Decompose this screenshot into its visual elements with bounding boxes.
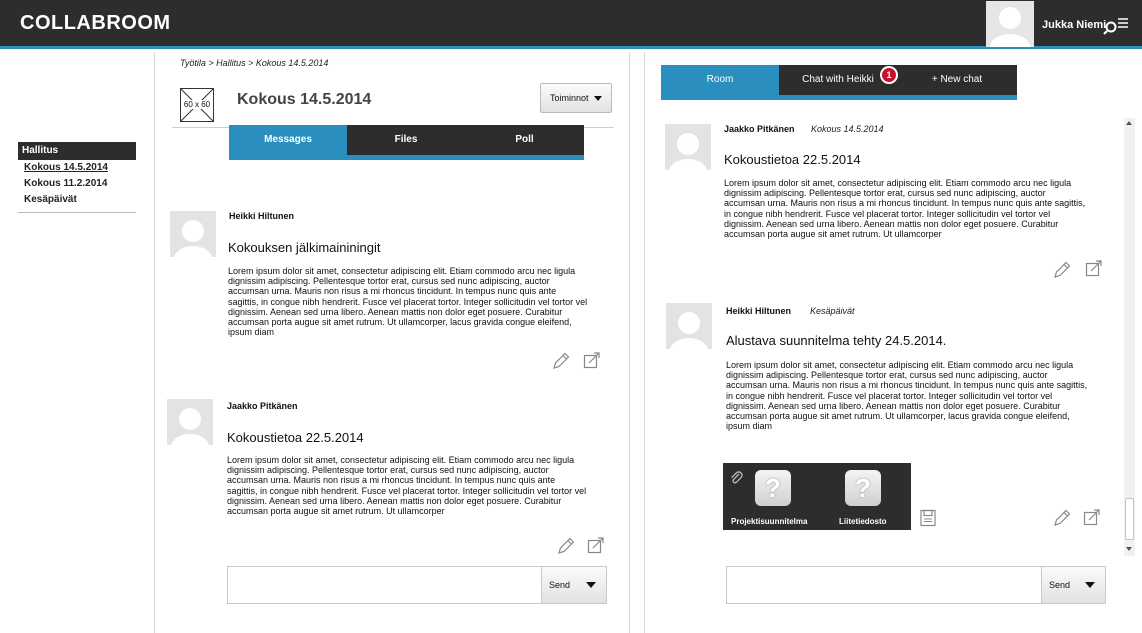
- share-icon[interactable]: [582, 350, 602, 370]
- scroll-down-arrow-icon[interactable]: [1126, 547, 1132, 551]
- post-title: Alustava suunnitelma tehty 24.5.2014.: [726, 333, 947, 348]
- send-button[interactable]: Send: [541, 566, 607, 604]
- meeting-thumbnail: 60 x 60: [180, 88, 214, 122]
- message-input[interactable]: [227, 566, 542, 604]
- chat-panel-left-border: [644, 52, 645, 633]
- caret-down-icon[interactable]: [586, 582, 596, 588]
- attachment-label[interactable]: Projektisuunnitelma: [731, 517, 807, 526]
- avatar: [167, 399, 213, 445]
- thumbnail-label: 60 x 60: [181, 100, 213, 109]
- caret-down-icon[interactable]: [1085, 582, 1095, 588]
- top-bar: COLLABROOM Jukka Niemi: [0, 0, 1142, 49]
- user-avatar[interactable]: [986, 1, 1034, 47]
- tab-messages[interactable]: Messages: [229, 125, 347, 155]
- chat-scrollbar[interactable]: [1124, 118, 1135, 556]
- actions-label: Toiminnot: [549, 93, 589, 103]
- chat-message-input[interactable]: [726, 566, 1042, 604]
- scroll-thumb[interactable]: [1125, 498, 1134, 540]
- scroll-up-arrow-icon[interactable]: [1126, 121, 1132, 125]
- avatar: [170, 211, 216, 257]
- main-panel-right-border: [629, 52, 630, 633]
- pencil-icon[interactable]: [1052, 260, 1072, 280]
- post-title: Kokoustietoa 22.5.2014: [227, 430, 364, 445]
- pencil-icon[interactable]: [556, 536, 576, 556]
- post-title: Kokoustietoa 22.5.2014: [724, 152, 861, 167]
- avatar: [666, 303, 712, 349]
- post-body: Lorem ipsum dolor sit amet, consectetur …: [724, 178, 1086, 240]
- paperclip-icon: [731, 471, 743, 484]
- chat-tabs: Room Chat with Heikki + New chat: [661, 65, 1017, 100]
- left-navigation: Hallitus Kokous 14.5.2014 Kokous 11.2.20…: [18, 142, 136, 213]
- actions-button[interactable]: Toiminnot: [540, 83, 612, 113]
- attachment-file-icon[interactable]: ?: [755, 470, 791, 506]
- caret-down-icon: [594, 96, 603, 102]
- tab-chat-with-heikki[interactable]: Chat with Heikki: [779, 65, 897, 95]
- pencil-icon[interactable]: [551, 351, 571, 371]
- post-title: Kokouksen jälkimaininingit: [228, 240, 381, 255]
- floppy-disk-icon[interactable]: [918, 508, 938, 528]
- post-body: Lorem ipsum dolor sit amet, consectetur …: [227, 455, 587, 517]
- nav-item-kokous-11-2[interactable]: Kokous 11.2.2014: [18, 176, 136, 192]
- send-label: Send: [1049, 580, 1071, 590]
- tab-poll[interactable]: Poll: [465, 125, 584, 155]
- pencil-icon[interactable]: [1052, 508, 1072, 528]
- app-logo[interactable]: COLLABROOM: [20, 12, 171, 35]
- user-name[interactable]: Jukka Niemi: [1042, 19, 1106, 31]
- send-label: Send: [549, 580, 571, 590]
- page-title: Kokous 14.5.2014: [237, 91, 372, 108]
- main-tabs: Messages Files Poll: [229, 125, 584, 160]
- chat-send-button[interactable]: Send: [1041, 566, 1106, 604]
- post-author[interactable]: Jaakko Pitkänen: [724, 124, 795, 134]
- nav-divider: [18, 212, 136, 213]
- attachments-panel: ? Projektisuunnitelma ? Liitetiedosto: [723, 463, 911, 530]
- post-body: Lorem ipsum dolor sit amet, consectetur …: [228, 266, 588, 338]
- share-icon[interactable]: [1084, 258, 1104, 278]
- search-menu-icon[interactable]: [1103, 15, 1129, 35]
- tab-new-chat[interactable]: + New chat: [897, 65, 1017, 95]
- nav-item-kokous-14-5[interactable]: Kokous 14.5.2014: [18, 160, 136, 176]
- share-icon[interactable]: [586, 535, 606, 555]
- share-icon[interactable]: [1082, 507, 1102, 527]
- tab-room[interactable]: Room: [661, 65, 779, 95]
- post-author[interactable]: Heikki Hiltunen: [229, 211, 294, 221]
- attachment-file-icon[interactable]: ?: [845, 470, 881, 506]
- unread-badge: 1: [880, 66, 898, 84]
- nav-item-kesapaivat[interactable]: Kesäpäivät: [18, 192, 136, 208]
- post-author[interactable]: Jaakko Pitkänen: [227, 401, 298, 411]
- post-context[interactable]: Kokous 14.5.2014: [811, 124, 884, 134]
- post-body: Lorem ipsum dolor sit amet, consectetur …: [726, 360, 1088, 432]
- main-panel-left-border: [154, 52, 155, 633]
- post-context[interactable]: Kesäpäivät: [810, 306, 855, 316]
- post-author[interactable]: Heikki Hiltunen: [726, 306, 791, 316]
- attachment-label[interactable]: Liitetiedosto: [839, 517, 887, 526]
- nav-group-header[interactable]: Hallitus: [18, 142, 136, 160]
- tab-files[interactable]: Files: [347, 125, 465, 155]
- breadcrumb[interactable]: Työtila > Hallitus > Kokous 14.5.2014: [180, 58, 328, 68]
- avatar: [665, 124, 711, 170]
